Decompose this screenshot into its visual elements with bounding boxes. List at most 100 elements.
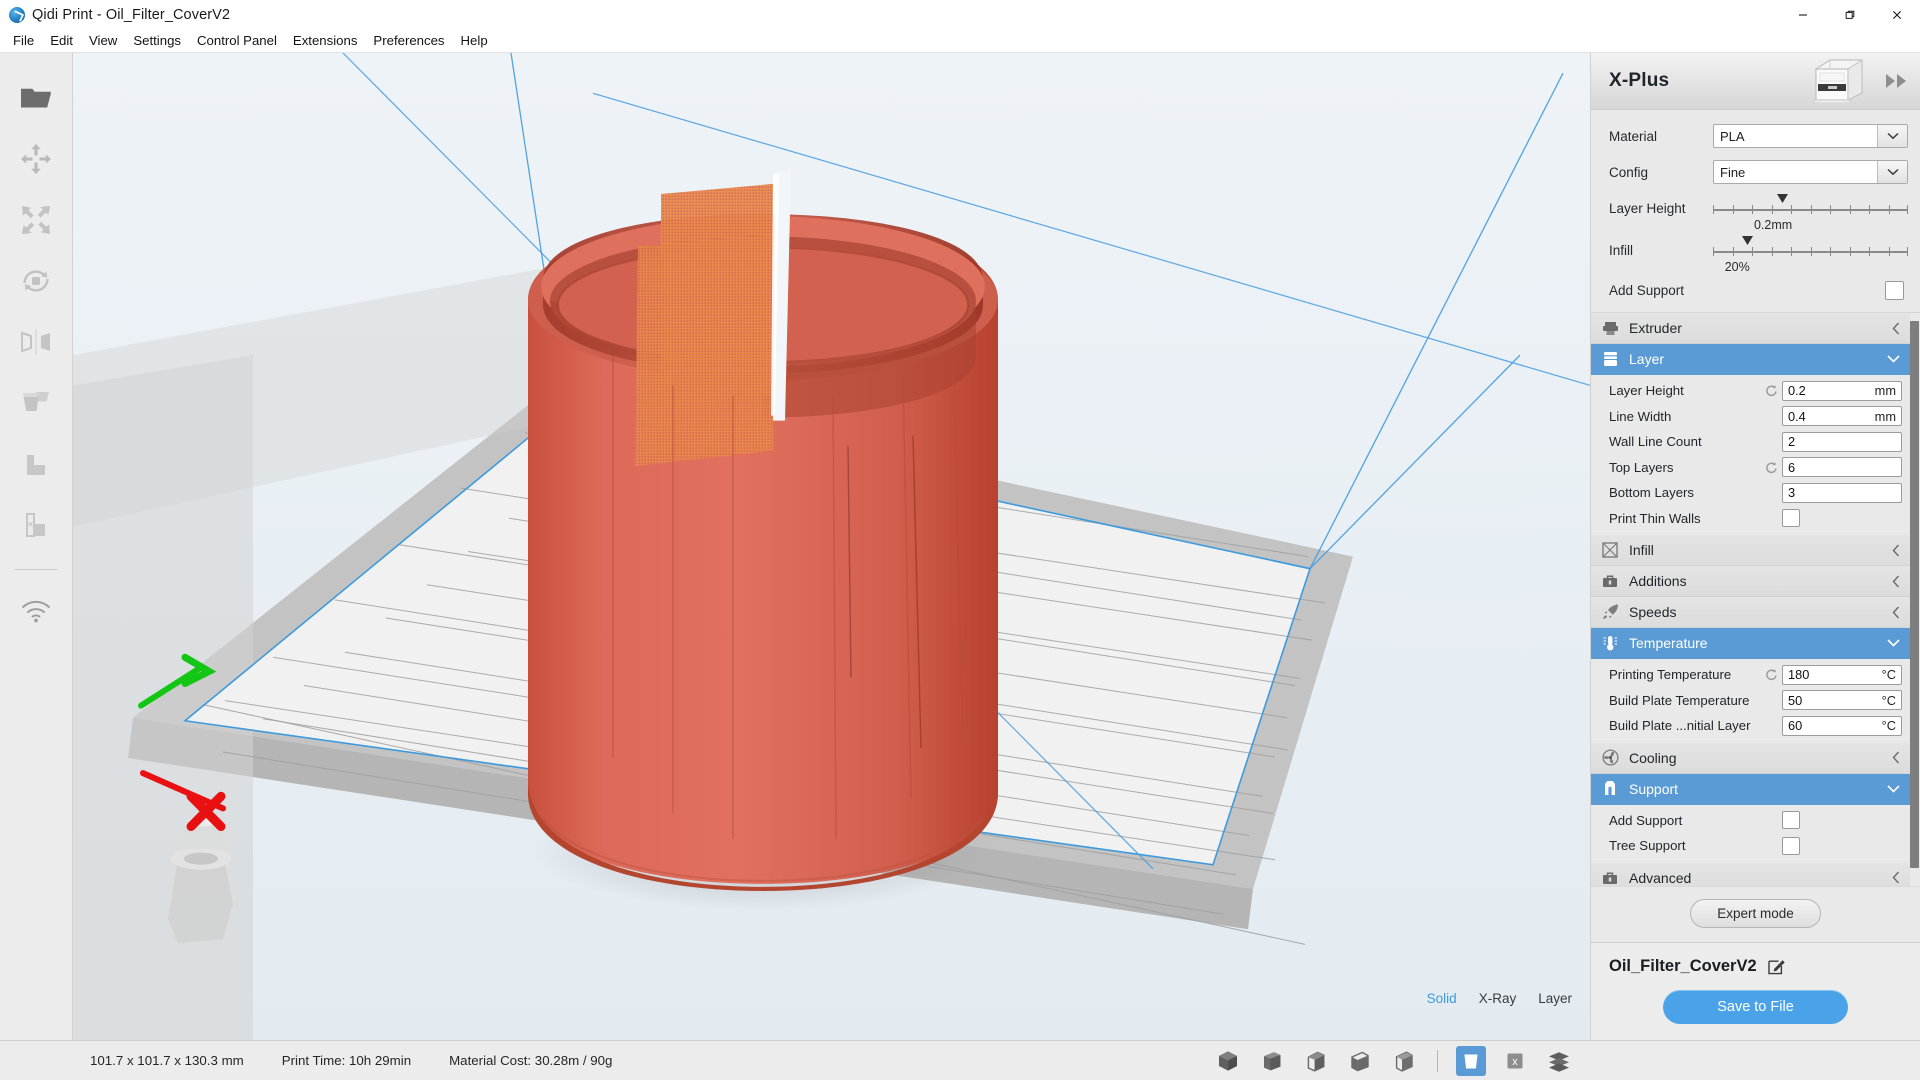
section-additions[interactable]: Additions [1591, 566, 1910, 597]
view-top-icon[interactable] [1301, 1046, 1331, 1076]
open-file-icon[interactable] [13, 75, 59, 121]
chevron-down-icon[interactable] [1887, 355, 1900, 363]
scrollbar-thumb[interactable] [1910, 321, 1919, 868]
expert-mode-button[interactable]: Expert mode [1690, 899, 1821, 928]
cooling-icon [1599, 749, 1621, 766]
section-speeds[interactable]: Speeds [1591, 597, 1910, 628]
view-front-icon[interactable] [1257, 1046, 1287, 1076]
reset-icon[interactable] [1762, 384, 1780, 397]
status-texts: 101.7 x 101.7 x 130.3 mm Print Time: 10h… [0, 1053, 612, 1068]
close-icon[interactable] [1873, 0, 1920, 30]
view-left-icon[interactable] [1345, 1046, 1375, 1076]
field-input[interactable]: 50 °C [1782, 690, 1902, 711]
chevron-left-icon[interactable] [1892, 322, 1900, 335]
chevron-left-icon[interactable] [1892, 544, 1900, 557]
reset-icon[interactable] [1762, 668, 1780, 681]
xray-view-icon[interactable]: x [1500, 1046, 1530, 1076]
field-input[interactable]: 180 °C [1782, 664, 1902, 685]
menu-view[interactable]: View [81, 31, 125, 51]
section-cooling[interactable]: Cooling [1591, 742, 1910, 774]
menu-extensions[interactable]: Extensions [285, 31, 366, 51]
view-right-icon[interactable] [1389, 1046, 1419, 1076]
chevron-down-icon[interactable] [1877, 161, 1907, 183]
menu-settings[interactable]: Settings [125, 31, 189, 51]
section-infill[interactable]: Infill [1591, 535, 1910, 566]
move-icon[interactable] [13, 136, 59, 182]
rail-divider [15, 569, 57, 570]
restore-icon[interactable] [1826, 0, 1873, 30]
field-input[interactable]: 0.4 mm [1782, 406, 1902, 427]
view-mode-layer[interactable]: Layer [1538, 991, 1572, 1006]
chevron-left-icon[interactable] [1892, 575, 1900, 588]
section-support-body: Add Support Tree Support [1591, 804, 1910, 863]
settings-scrollbar[interactable] [1910, 313, 1919, 886]
tool-rail [0, 53, 73, 1040]
chevron-left-icon[interactable] [1892, 751, 1900, 764]
tree-support-checkbox[interactable] [1782, 836, 1800, 855]
field-label: Printing Temperature [1609, 667, 1732, 683]
add-support-quick-checkbox[interactable] [1885, 280, 1904, 300]
menu-file[interactable]: File [5, 31, 42, 51]
view-mode-solid[interactable]: Solid [1427, 991, 1457, 1006]
field-label: Top Layers [1609, 459, 1674, 475]
infill-handle[interactable] [1742, 232, 1754, 245]
menu-preferences[interactable]: Preferences [365, 31, 452, 51]
temperature-icon [1599, 635, 1621, 651]
menu-edit[interactable]: Edit [42, 31, 81, 51]
chevron-left-icon[interactable] [1892, 871, 1900, 884]
mirror-icon[interactable] [13, 319, 59, 365]
reset-icon[interactable] [1762, 461, 1780, 474]
field-input[interactable]: 3 [1782, 482, 1902, 503]
layer-height-slider[interactable]: 0.2mm [1713, 190, 1909, 232]
infill-icon [1599, 542, 1621, 558]
field-input[interactable]: 6 [1782, 457, 1902, 478]
printer-name: X-Plus [1609, 70, 1670, 91]
wifi-icon[interactable] [13, 588, 59, 634]
section-temperature[interactable]: Temperature [1591, 628, 1910, 659]
view-3d-icon[interactable] [1213, 1046, 1243, 1076]
view-mode-xray[interactable]: X-Ray [1479, 991, 1517, 1006]
chevron-down-icon[interactable] [1887, 784, 1900, 793]
menu-control-panel[interactable]: Control Panel [189, 31, 285, 51]
menu-help[interactable]: Help [453, 31, 496, 51]
field-input[interactable]: 0.2 mm [1782, 380, 1902, 401]
chevron-down-icon[interactable] [1887, 639, 1900, 647]
field-top-layers: Top Layers 6 [1591, 455, 1910, 481]
field-input[interactable]: 2 [1782, 431, 1902, 452]
cut-tool-icon[interactable] [13, 502, 59, 548]
3d-viewport[interactable]: Solid X-Ray Layer [73, 53, 1590, 1040]
add-support-checkbox[interactable] [1782, 811, 1800, 830]
section-support[interactable]: Support [1591, 773, 1910, 805]
field-value: 6 [1788, 459, 1796, 475]
save-area: Save to File [1591, 990, 1920, 1024]
layer-height-handle[interactable] [1777, 190, 1789, 203]
section-extruder[interactable]: Extruder [1591, 313, 1910, 344]
section-layer[interactable]: Layer [1591, 344, 1910, 375]
edit-pencil-icon[interactable] [1767, 957, 1786, 976]
support-blocker-icon[interactable] [13, 441, 59, 487]
section-layer-body: Layer Height 0.2 mm Line Width 0.4 mm Wa… [1591, 375, 1910, 535]
solid-view-icon[interactable] [1456, 1045, 1486, 1076]
print-thin-walls-checkbox[interactable] [1782, 509, 1800, 528]
field-value: 0.4 [1788, 408, 1806, 424]
save-to-file-button[interactable]: Save to File [1663, 990, 1848, 1024]
double-chevron-right-icon[interactable] [1884, 72, 1910, 90]
chevron-left-icon[interactable] [1892, 606, 1900, 619]
scale-icon[interactable] [13, 197, 59, 243]
material-label: Material [1609, 128, 1658, 144]
field-input[interactable]: 60 °C [1782, 715, 1902, 736]
layer-height-value: 0.2mm [1753, 218, 1793, 232]
material-select[interactable]: PLA [1713, 124, 1908, 148]
section-advanced[interactable]: Advanced [1591, 862, 1910, 886]
config-select[interactable]: Fine [1713, 160, 1908, 184]
per-model-settings-icon[interactable] [13, 380, 59, 426]
infill-slider[interactable]: 20% [1713, 232, 1909, 274]
view-mode-labels: Solid X-Ray Layer [1427, 991, 1572, 1006]
minimize-icon[interactable] [1779, 0, 1826, 30]
chevron-down-icon[interactable] [1877, 125, 1907, 147]
field-checkbox-wrap [1782, 509, 1902, 528]
rotate-icon[interactable] [13, 258, 59, 304]
section-title: Additions [1629, 573, 1687, 589]
layer-view-icon[interactable] [1544, 1046, 1574, 1076]
model-dimensions: 101.7 x 101.7 x 130.3 mm [90, 1053, 244, 1068]
